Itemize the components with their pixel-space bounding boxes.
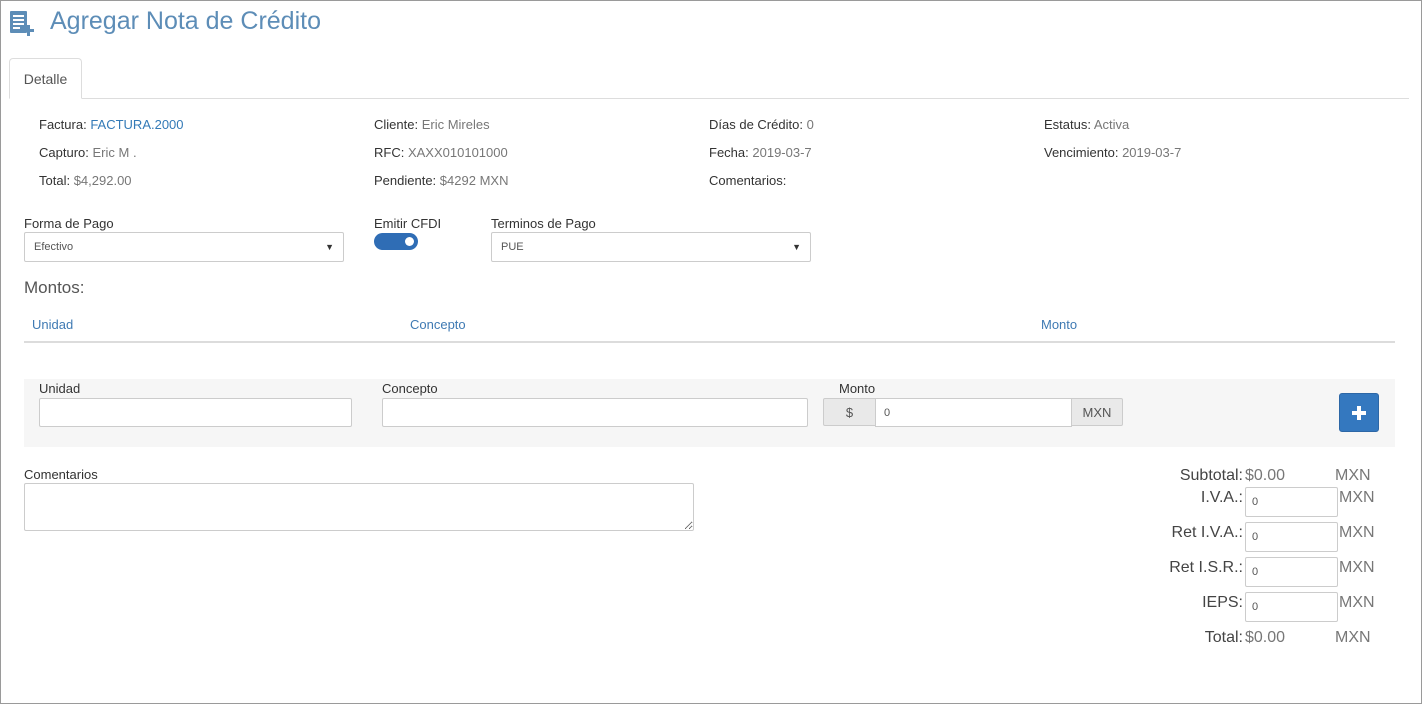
info-label: RFC: [374, 145, 405, 160]
info-dias-credito: Días de Crédito: 0 [709, 117, 814, 132]
currency-prefix: $ [823, 398, 876, 426]
info-pendiente: Pendiente: $4292 MXN [374, 173, 508, 188]
ieps-currency: MXN [1339, 594, 1375, 611]
info-comentarios: Comentarios: [709, 173, 786, 188]
total-currency: MXN [1335, 629, 1371, 646]
ret-isr-label: Ret I.S.R.: [1169, 559, 1243, 576]
info-value: $4,292.00 [73, 173, 132, 188]
ret-iva-currency: MXN [1339, 524, 1375, 541]
info-value: $4292 [439, 173, 476, 188]
table-header-divider [24, 341, 1395, 343]
info-factura: Factura: FACTURA.2000 [39, 117, 184, 132]
info-label: Total: [39, 173, 71, 188]
caret-down-icon: ▼ [325, 242, 334, 252]
info-value: 2019-03-7 [1122, 145, 1182, 160]
info-vencimiento: Vencimiento: 2019-03-7 [1044, 145, 1181, 160]
iva-label: I.V.A.: [1200, 489, 1243, 506]
info-label: Pendiente: [374, 173, 437, 188]
info-value: Activa [1093, 117, 1130, 132]
subtotal-value: $0.00 [1245, 467, 1286, 484]
info-label: Capturo: [39, 145, 89, 160]
info-label: Días de Crédito: [709, 117, 803, 132]
column-header-unidad[interactable]: Unidad [32, 317, 73, 332]
info-value: XAXX010101000 [407, 145, 508, 160]
total-value: $0.00 [1245, 629, 1286, 646]
info-rfc: RFC: XAXX010101000 [374, 145, 508, 160]
currency-suffix: MXN [1071, 398, 1123, 426]
forma-pago-label: Forma de Pago [24, 216, 114, 231]
terminos-pago-label: Terminos de Pago [491, 216, 596, 231]
ieps-label: IEPS: [1202, 594, 1243, 611]
add-row-button[interactable] [1339, 393, 1379, 432]
emitir-cfdi-toggle[interactable] [374, 233, 418, 250]
terminos-pago-value: PUE [501, 241, 524, 253]
info-estatus: Estatus: Activa [1044, 117, 1129, 132]
ret-isr-currency: MXN [1339, 559, 1375, 576]
info-label: Comentarios: [709, 173, 787, 188]
info-cliente: Cliente: Eric Mireles [374, 117, 490, 132]
subtotal-currency: MXN [1335, 467, 1371, 484]
info-label: Cliente: [374, 117, 419, 132]
caret-down-icon: ▼ [792, 242, 801, 252]
info-label: Estatus: [1044, 117, 1091, 132]
plus-icon [1352, 405, 1366, 420]
app-frame: Agregar Nota de Crédito Detalle Factura:… [0, 0, 1422, 704]
monto-input[interactable] [875, 398, 1072, 427]
ieps-input[interactable] [1245, 592, 1338, 622]
total-label: Total: [1204, 629, 1243, 646]
montos-title: Montos: [24, 278, 85, 297]
concepto-input[interactable] [382, 398, 808, 427]
tab-label: Detalle [23, 70, 68, 87]
column-header-concepto[interactable]: Concepto [410, 317, 466, 332]
emitir-cfdi-label: Emitir CFDI [374, 216, 442, 231]
tabs-divider [9, 98, 1409, 99]
factura-link[interactable]: FACTURA.2000 [90, 117, 183, 132]
subtotal-label: Subtotal: [1179, 467, 1243, 484]
info-fecha: Fecha: 2019-03-7 [709, 145, 812, 160]
info-value: 0 [806, 117, 814, 132]
info-label: Factura: [39, 117, 87, 132]
forma-pago-value: Efectivo [34, 241, 74, 253]
info-capturo: Capturo: Eric M . [39, 145, 137, 160]
info-label: Fecha: [709, 145, 749, 160]
unidad-label: Unidad [39, 381, 81, 396]
comentarios-textarea[interactable] [24, 483, 694, 531]
ret-iva-label: Ret I.V.A.: [1171, 524, 1243, 541]
comentarios-label: Comentarios [24, 467, 98, 482]
toggle-knob [405, 237, 414, 246]
info-value: Eric M . [92, 145, 137, 160]
info-value: 2019-03-7 [752, 145, 812, 160]
unidad-input[interactable] [39, 398, 352, 427]
info-label: Vencimiento: [1044, 145, 1119, 160]
terminos-pago-select[interactable]: PUE ▼ [491, 232, 811, 262]
add-document-icon [10, 11, 34, 36]
ret-isr-input[interactable] [1245, 557, 1338, 587]
iva-input[interactable] [1245, 487, 1338, 517]
forma-pago-select[interactable]: Efectivo ▼ [24, 232, 344, 262]
info-total: Total: $4,292.00 [39, 173, 132, 188]
ret-iva-input[interactable] [1245, 522, 1338, 552]
tab-detalle[interactable]: Detalle [9, 58, 82, 99]
page-title: Agregar Nota de Crédito [50, 7, 321, 35]
info-currency: MXN [479, 173, 509, 188]
iva-currency: MXN [1339, 489, 1375, 506]
monto-label: Monto [839, 381, 876, 396]
column-header-monto[interactable]: Monto [1041, 317, 1077, 332]
info-value: Eric Mireles [421, 117, 490, 132]
concepto-label: Concepto [382, 381, 438, 396]
